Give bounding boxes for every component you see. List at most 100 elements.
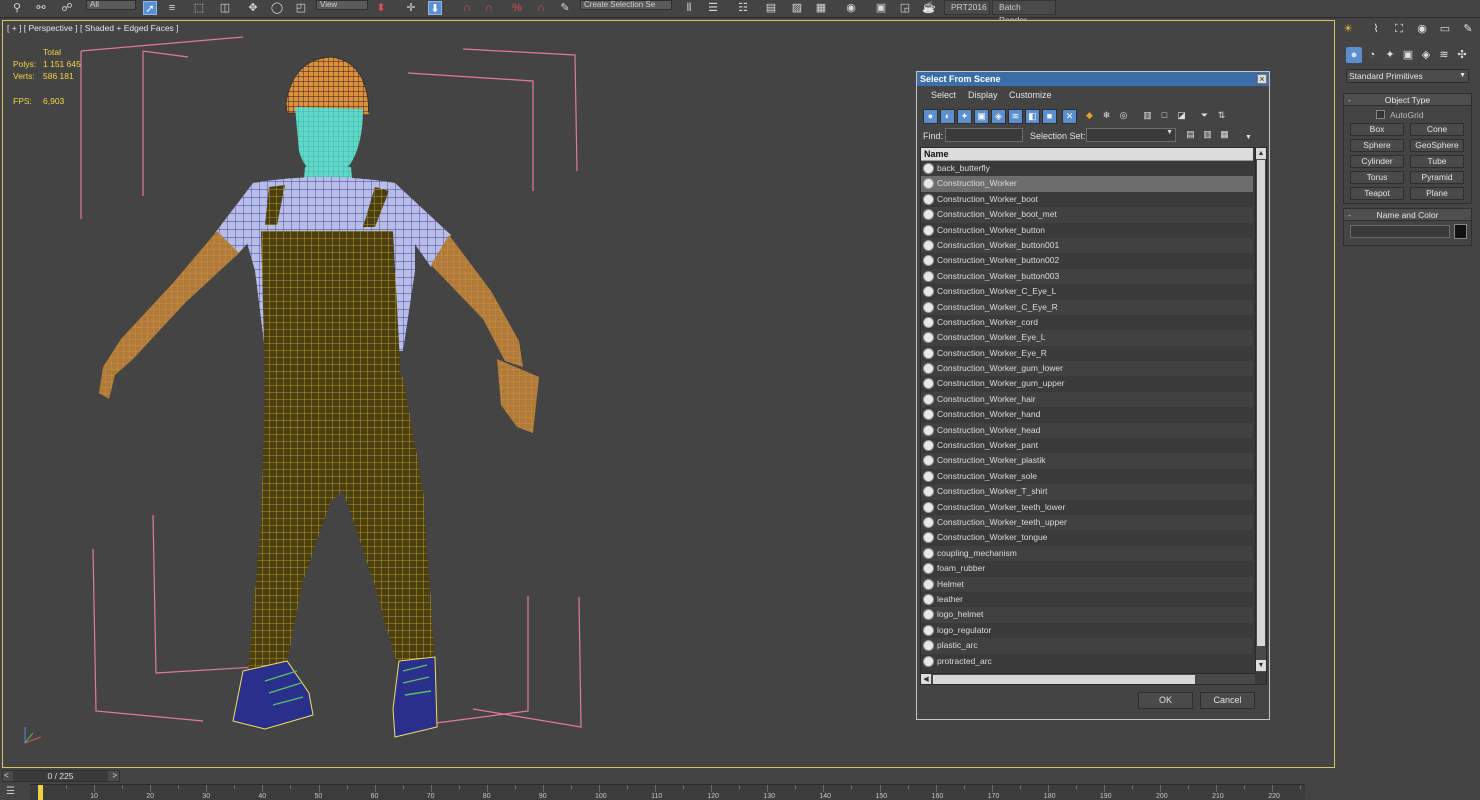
list-item[interactable]: foam_rubber: [921, 561, 1253, 576]
select-none-icon[interactable]: □: [1157, 109, 1172, 124]
list-item[interactable]: Construction_Worker_button001: [921, 237, 1253, 254]
display-xrefs-icon[interactable]: ■: [1042, 109, 1057, 124]
display-containers-icon[interactable]: ◆: [1082, 109, 1097, 124]
category-dropdown[interactable]: Standard Primitives ▼: [1346, 69, 1469, 83]
autogrid-checkbox[interactable]: [1376, 110, 1385, 119]
list-item[interactable]: Construction_Worker_button: [921, 223, 1253, 238]
rotate-icon[interactable]: ◯: [270, 1, 284, 15]
display-icon[interactable]: ▭: [1437, 21, 1453, 37]
options-arrow-icon[interactable]: ▼: [1241, 131, 1256, 146]
sun-icon[interactable]: ☀: [1340, 21, 1356, 37]
vertical-scroll-thumb[interactable]: [1257, 160, 1265, 646]
sphere-button[interactable]: Sphere: [1350, 139, 1404, 152]
geometry-icon[interactable]: ●: [1346, 47, 1362, 63]
horizontal-scrollbar[interactable]: ◀: [921, 673, 1255, 684]
display-bones-icon[interactable]: ✕: [1062, 109, 1077, 124]
snaps-toggle-icon[interactable]: ∩: [460, 1, 474, 15]
list-item[interactable]: Construction_Worker_boot_met: [921, 207, 1253, 223]
move-icon[interactable]: ✥: [246, 1, 260, 15]
filter-icon[interactable]: ⏷: [1197, 109, 1212, 124]
dialog-close-button[interactable]: ×: [1257, 74, 1267, 84]
rendered-frame-window-icon[interactable]: ◲: [898, 1, 912, 15]
box-button[interactable]: Box: [1350, 123, 1404, 136]
display-shapes-icon[interactable]: ◐: [940, 109, 955, 124]
select-by-name-icon[interactable]: ≡: [165, 1, 179, 15]
list-item[interactable]: Construction_Worker_gum_lower: [921, 361, 1253, 377]
render-production-icon[interactable]: ☕: [922, 1, 936, 15]
list-item[interactable]: Construction_Worker: [921, 176, 1253, 192]
selection-filter-dropdown[interactable]: All: [86, 0, 136, 10]
scale-icon[interactable]: ◰: [294, 1, 308, 15]
list-item[interactable]: Construction_Worker_pant: [921, 438, 1253, 453]
layer-manager-icon[interactable]: ☷: [736, 1, 750, 15]
systems-icon[interactable]: ✣: [1454, 47, 1470, 63]
display-frozen-icon[interactable]: ❄: [1099, 109, 1114, 124]
name-and-color-header[interactable]: - Name and Color: [1344, 209, 1471, 221]
menu-display[interactable]: Display: [968, 90, 998, 100]
plane-button[interactable]: Plane: [1410, 187, 1464, 200]
unlink-icon[interactable]: ⚯: [34, 1, 48, 15]
display-geometry-icon[interactable]: ●: [923, 109, 938, 124]
list-item[interactable]: Construction_Worker_tongue: [921, 530, 1253, 545]
lights-icon[interactable]: ✦: [1382, 47, 1398, 63]
time-slider[interactable]: < 0 / 225 >: [2, 770, 120, 782]
list-item[interactable]: logo_regulator: [921, 623, 1253, 638]
track-view-toggle-icon[interactable]: ☰: [6, 786, 22, 798]
select-object-icon[interactable]: ➚: [143, 1, 157, 15]
edit-named-selection-icon[interactable]: ✎: [558, 1, 572, 15]
material-editor-icon[interactable]: ◉: [844, 1, 858, 15]
scroll-left-icon[interactable]: ◀: [921, 674, 931, 684]
space-warps-icon[interactable]: ≋: [1436, 47, 1452, 63]
list-item[interactable]: Construction_Worker_cord: [921, 315, 1253, 330]
cone-button[interactable]: Cone: [1410, 123, 1464, 136]
next-frame-button[interactable]: >: [112, 771, 117, 780]
cancel-button[interactable]: Cancel: [1200, 692, 1255, 709]
track-bar[interactable]: 10 20 30 40 50 60 70 80 90 100 110 120 130 140 150 160 1…: [30, 784, 1305, 800]
cylinder-button[interactable]: Cylinder: [1350, 155, 1404, 168]
list-item[interactable]: Construction_Worker_head: [921, 422, 1253, 439]
pivot-center-icon[interactable]: ⬍: [374, 1, 388, 15]
list-item[interactable]: plastic_arc: [921, 638, 1253, 654]
list-item[interactable]: Construction_Worker_C_Eye_R: [921, 299, 1253, 315]
hierarchy-icon[interactable]: ⛶: [1391, 21, 1407, 37]
list-item[interactable]: Construction_Worker_button003: [921, 268, 1253, 285]
list-item[interactable]: Construction_Worker_sole: [921, 469, 1253, 484]
teapot-button[interactable]: Teapot: [1350, 187, 1404, 200]
render-setup-icon[interactable]: ▣: [874, 1, 888, 15]
list-item[interactable]: Construction_Worker_boot: [921, 192, 1253, 207]
display-helpers-icon[interactable]: ◈: [991, 109, 1006, 124]
menu-select[interactable]: Select: [931, 90, 956, 100]
select-invert-icon[interactable]: ◪: [1174, 109, 1189, 124]
list-item[interactable]: Construction_Worker_teeth_lower: [921, 500, 1253, 515]
selection-set-dropdown[interactable]: ▼: [1086, 128, 1176, 142]
schematic-view-icon[interactable]: ▦: [814, 1, 828, 15]
cameras-icon[interactable]: ▣: [1400, 47, 1416, 63]
selection-set-add-icon[interactable]: ▤: [1183, 128, 1198, 143]
list-item[interactable]: Construction_Worker_plastik: [921, 453, 1253, 469]
list-item[interactable]: Construction_Worker_hand: [921, 407, 1253, 422]
list-item[interactable]: logo_helmet: [921, 607, 1253, 623]
torus-button[interactable]: Torus: [1350, 171, 1404, 184]
list-item[interactable]: Construction_Worker_T_shirt: [921, 484, 1253, 500]
select-all-icon[interactable]: ▥: [1140, 109, 1155, 124]
list-item[interactable]: back_butterfly: [921, 161, 1253, 176]
percent-snap-icon[interactable]: %: [510, 1, 524, 15]
list-item[interactable]: Construction_Worker_hair: [921, 391, 1253, 408]
keyboard-shortcut-override-icon[interactable]: ⬇: [428, 1, 442, 15]
tube-button[interactable]: Tube: [1410, 155, 1464, 168]
ok-button[interactable]: OK: [1138, 692, 1193, 709]
list-item[interactable]: Construction_Worker_button002: [921, 253, 1253, 268]
sort-icon[interactable]: ⇅: [1214, 109, 1229, 124]
batch-render-button[interactable]: Batch Render...: [992, 0, 1056, 25]
list-item[interactable]: Construction_Worker_teeth_upper: [921, 514, 1253, 531]
select-manipulate-icon[interactable]: ✛: [404, 1, 418, 15]
object-color-swatch[interactable]: [1454, 224, 1467, 239]
vertical-scrollbar[interactable]: ▲ ▼: [1255, 148, 1266, 672]
bind-space-warp-icon[interactable]: ☍: [60, 1, 74, 15]
mirror-icon[interactable]: ⫴: [682, 1, 696, 15]
curve-editor-icon[interactable]: ▨: [790, 1, 804, 15]
prt-button[interactable]: PRT2016: [944, 0, 990, 15]
display-lights-icon[interactable]: ✦: [957, 109, 972, 124]
geosphere-button[interactable]: GeoSphere: [1410, 139, 1464, 152]
find-input[interactable]: [945, 128, 1023, 142]
